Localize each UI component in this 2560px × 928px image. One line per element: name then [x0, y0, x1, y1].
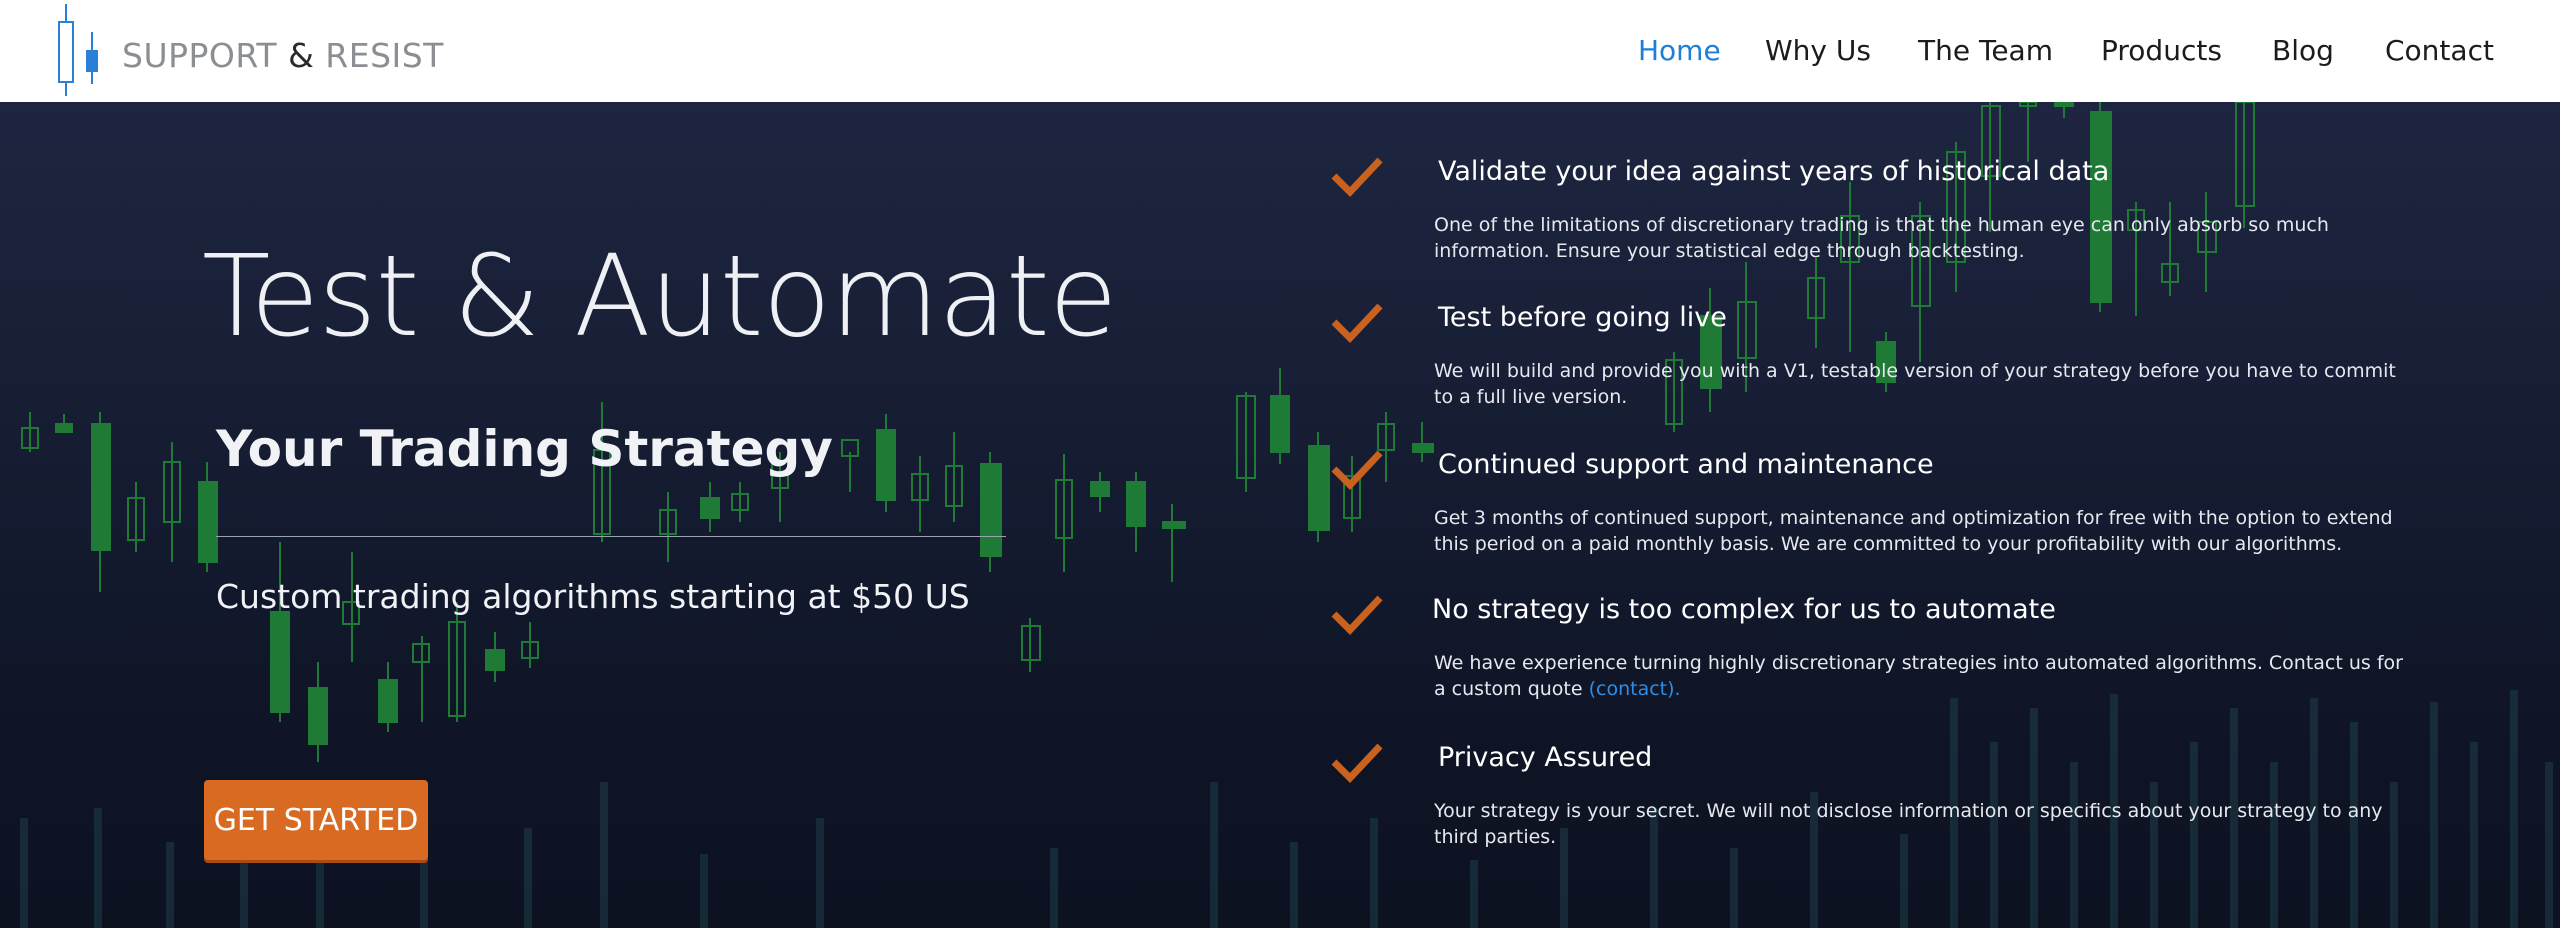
feature-title: No strategy is too complex for us to aut… [1432, 594, 2056, 625]
candlestick-logo-icon [58, 4, 98, 96]
checkmark-icon [1331, 743, 1383, 784]
hero-divider [216, 536, 1006, 537]
checkmark-icon [1331, 450, 1383, 491]
logo-word-resist: RESIST [325, 36, 444, 75]
feature-title: Validate your idea against years of hist… [1438, 156, 2110, 187]
feature-description: We will build and provide you with a V1,… [1434, 360, 2396, 408]
hero-section: Test & Automate Your Trading Strategy Cu… [0, 102, 2560, 928]
feature-description: Get 3 months of continued support, maint… [1434, 507, 2393, 555]
contact-link[interactable]: (contact). [1589, 678, 1681, 700]
hero-tagline: Custom trading algorithms starting at $5… [216, 577, 970, 616]
logo-word-support: SUPPORT [122, 36, 278, 75]
nav-blog[interactable]: Blog [2272, 34, 2334, 67]
feature-title: Test before going live [1438, 302, 1727, 333]
nav-the-team[interactable]: The Team [1918, 34, 2053, 67]
nav-contact[interactable]: Contact [2385, 34, 2494, 67]
site-logo[interactable]: SUPPORT & RESIST [54, 4, 454, 96]
logo-ampersand: & [288, 36, 315, 75]
checkmark-icon [1331, 595, 1383, 636]
checkmark-icon [1331, 303, 1383, 344]
nav-home[interactable]: Home [1638, 34, 1721, 67]
hero-subtitle: Your Trading Strategy [216, 420, 833, 478]
checkmark-icon [1331, 157, 1383, 198]
feature-title: Continued support and maintenance [1438, 449, 1934, 480]
site-header: SUPPORT & RESIST Home Why Us The Team Pr… [0, 0, 2560, 102]
hero-title: Test & Automate [202, 232, 1118, 362]
logo-text: SUPPORT & RESIST [122, 36, 444, 75]
nav-why-us[interactable]: Why Us [1765, 34, 1871, 67]
feature-description-text: We have experience turning highly discre… [1434, 652, 2403, 700]
feature-title: Privacy Assured [1438, 742, 1653, 773]
feature-description: One of the limitations of discretionary … [1434, 214, 2329, 262]
feature-description: We have experience turning highly discre… [1434, 650, 2414, 702]
nav-products[interactable]: Products [2101, 34, 2222, 67]
get-started-button[interactable]: GET STARTED [204, 780, 428, 860]
feature-description: Your strategy is your secret. We will no… [1434, 800, 2383, 848]
